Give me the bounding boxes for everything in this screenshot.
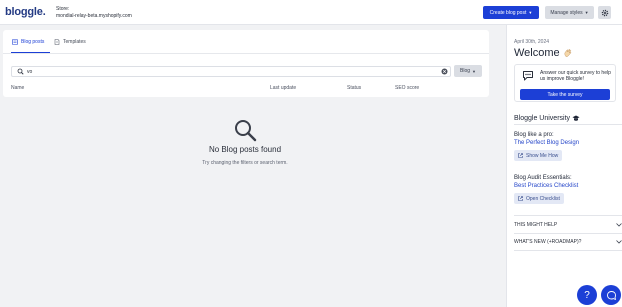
chat-bubble-icon — [523, 71, 533, 81]
accordion-this-might-help[interactable]: THIS MIGHT HELP — [514, 217, 622, 232]
column-header-seo-score[interactable]: SEO score — [395, 85, 419, 91]
blog-pro-label: Blog like a pro: — [514, 132, 554, 138]
survey-text: Answer our quick survey to help us impro… — [540, 70, 611, 82]
blog-filter-dropdown[interactable]: Blog ▼ — [454, 65, 482, 77]
accordion-whats-new[interactable]: WHAT'S NEW (+ROADMAP)? — [514, 234, 622, 249]
empty-state-title: No Blog posts found — [208, 145, 282, 154]
welcome-heading: Welcome — [514, 47, 573, 59]
divider — [514, 124, 622, 125]
divider — [514, 215, 622, 216]
posts-icon — [12, 39, 18, 45]
right-sidebar: April 30th, 2024 Welcome Answer our quic… — [506, 25, 622, 307]
graduation-cap-icon — [572, 115, 580, 121]
university-title: Bloggle University — [514, 115, 580, 122]
manage-styles-label: Manage styles — [550, 9, 583, 16]
external-link-icon — [518, 153, 523, 158]
tab-templates-label: Templates — [63, 39, 86, 45]
university-title-text: Bloggle University — [514, 115, 571, 122]
external-link-icon — [518, 196, 523, 201]
search-value: vo — [27, 69, 33, 75]
current-date: April 30th, 2024 — [514, 39, 550, 45]
chat-icon — [606, 290, 616, 300]
survey-card: Answer our quick survey to help us impro… — [514, 64, 616, 102]
open-checklist-label: Open Checklist — [526, 195, 560, 202]
clear-search-icon[interactable] — [441, 68, 448, 75]
settings-button[interactable] — [598, 6, 611, 19]
tab-blog-posts-label: Blog posts — [21, 39, 45, 45]
tabs-divider — [3, 53, 489, 54]
chat-button[interactable] — [601, 285, 621, 305]
caret-down-icon: ▼ — [584, 10, 589, 15]
help-button[interactable]: ? — [577, 285, 597, 305]
chevron-down-icon — [616, 222, 622, 227]
search-icon — [235, 120, 257, 142]
store-domain: mondial-relay-beta.myshopify.com — [56, 12, 132, 19]
wave-hand-icon — [564, 49, 571, 57]
welcome-text: Welcome — [514, 47, 560, 59]
search-input[interactable]: vo — [11, 66, 451, 77]
manage-styles-button[interactable]: Manage styles ▼ — [545, 6, 594, 19]
blog-posts-panel: Blog posts Templates vo Blog ▼ Name Last… — [3, 30, 489, 97]
column-header-status[interactable]: Status — [347, 85, 361, 91]
tab-templates[interactable]: Templates — [54, 39, 86, 45]
open-checklist-button[interactable]: Open Checklist — [514, 193, 564, 204]
caret-down-icon: ▼ — [472, 68, 476, 74]
blog-filter-label: Blog — [460, 68, 471, 74]
accordion-label: WHAT'S NEW (+ROADMAP)? — [514, 238, 582, 245]
gear-icon — [601, 9, 608, 16]
show-me-how-label: Show Me How — [526, 152, 559, 159]
create-blog-post-button[interactable]: Create blog post ▼ — [483, 6, 539, 19]
app-logo[interactable]: bloggle. — [5, 6, 46, 18]
empty-state-subtitle: Try changing the filters or search term. — [202, 160, 288, 166]
accordion-label: THIS MIGHT HELP — [514, 221, 558, 228]
create-blog-post-label: Create blog post — [489, 9, 527, 16]
top-bar: bloggle. Store: mondial-relay-beta.mysho… — [0, 0, 622, 25]
template-icon — [54, 39, 60, 45]
best-practices-checklist-link[interactable]: Best Practices Checklist — [514, 183, 578, 189]
perfect-blog-design-link[interactable]: The Perfect Blog Design — [514, 140, 579, 146]
take-survey-button[interactable]: Take the survey — [520, 89, 610, 100]
column-header-last-update[interactable]: Last update — [270, 85, 296, 91]
help-label: ? — [584, 289, 590, 301]
show-me-how-button[interactable]: Show Me How — [514, 150, 563, 161]
column-header-name[interactable]: Name — [11, 85, 24, 91]
chevron-down-icon — [616, 239, 622, 244]
blog-audit-label: Blog Audit Essentials: — [514, 175, 572, 181]
caret-down-icon: ▼ — [528, 10, 533, 15]
store-info: Store: mondial-relay-beta.myshopify.com — [56, 6, 132, 19]
search-icon — [17, 68, 24, 75]
tab-blog-posts[interactable]: Blog posts — [12, 39, 44, 45]
divider — [514, 250, 622, 251]
